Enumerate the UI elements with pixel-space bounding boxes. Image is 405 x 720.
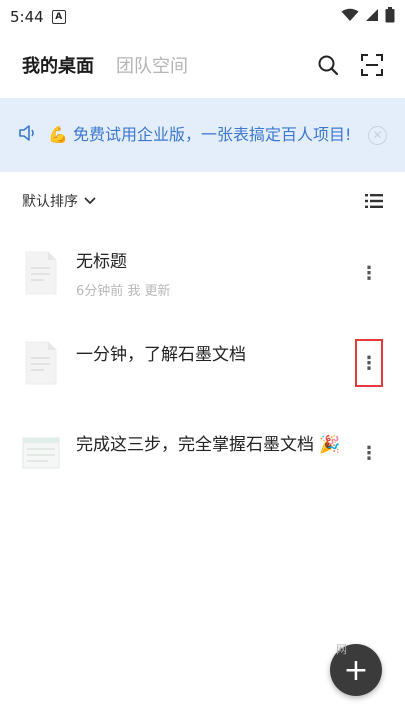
- sort-dropdown[interactable]: 默认排序: [22, 191, 96, 211]
- flexed-biceps-emoji: 💪: [48, 125, 68, 144]
- signal-icon: [365, 8, 379, 26]
- status-time: 5:44: [10, 8, 44, 26]
- header-actions: [317, 54, 383, 76]
- wifi-icon: [341, 8, 359, 26]
- tab-my-desktop[interactable]: 我的桌面: [22, 52, 94, 78]
- banner-text: 💪 免费试用企业版，一张表搞定百人项目!: [48, 122, 368, 148]
- document-icon: [22, 340, 60, 386]
- document-title: 完成这三步，完全掌握石墨文档 🎉: [76, 434, 341, 455]
- document-list: 无标题 6分钟前 我 更新 ⋮ 一分钟，了解石墨文档 ⋮ 完成这三步，完全掌握石…: [0, 228, 405, 498]
- status-icons: [341, 7, 395, 27]
- close-icon[interactable]: ✕: [368, 125, 387, 145]
- banner-message: 免费试用企业版，一张表搞定百人项目!: [73, 125, 352, 144]
- more-options-icon[interactable]: ⋮: [355, 339, 383, 387]
- notification-icon: A: [51, 10, 66, 24]
- list-view-icon[interactable]: [365, 194, 383, 208]
- list-item[interactable]: 完成这三步，完全掌握石墨文档 🎉 ⋮: [0, 408, 405, 498]
- sort-row: 默认排序: [0, 186, 405, 216]
- more-options-icon[interactable]: ⋮: [355, 429, 383, 477]
- tab-team-space[interactable]: 团队空间: [116, 52, 188, 78]
- promo-banner[interactable]: 💪 免费试用企业版，一张表搞定百人项目! ✕: [0, 98, 405, 172]
- speaker-icon: [18, 124, 38, 146]
- document-icon: [22, 250, 60, 296]
- battery-icon: [385, 7, 395, 27]
- watermark-text: 网: [336, 643, 347, 656]
- document-meta: 6分钟前 我 更新: [76, 284, 171, 299]
- document-text: 完成这三步，完全掌握石墨文档 🎉: [76, 435, 355, 455]
- sort-label: 默认排序: [22, 194, 78, 210]
- top-header: 我的桌面 团队空间: [0, 40, 405, 90]
- document-text: 一分钟，了解石墨文档: [76, 345, 355, 365]
- document-title: 无标题: [76, 252, 127, 272]
- list-item[interactable]: 无标题 6分钟前 我 更新 ⋮: [0, 228, 405, 318]
- plus-icon: +: [343, 652, 369, 688]
- scan-icon[interactable]: [361, 54, 383, 76]
- more-options-icon[interactable]: ⋮: [355, 249, 383, 297]
- document-text: 无标题 6分钟前 我 更新: [76, 247, 355, 299]
- chevron-down-icon: [84, 197, 96, 205]
- list-item[interactable]: 一分钟，了解石墨文档 ⋮: [0, 318, 405, 408]
- search-icon[interactable]: [317, 54, 339, 76]
- spreadsheet-icon: [22, 436, 60, 470]
- status-bar: 5:44 A: [0, 0, 405, 34]
- document-title: 一分钟，了解石墨文档: [76, 344, 246, 365]
